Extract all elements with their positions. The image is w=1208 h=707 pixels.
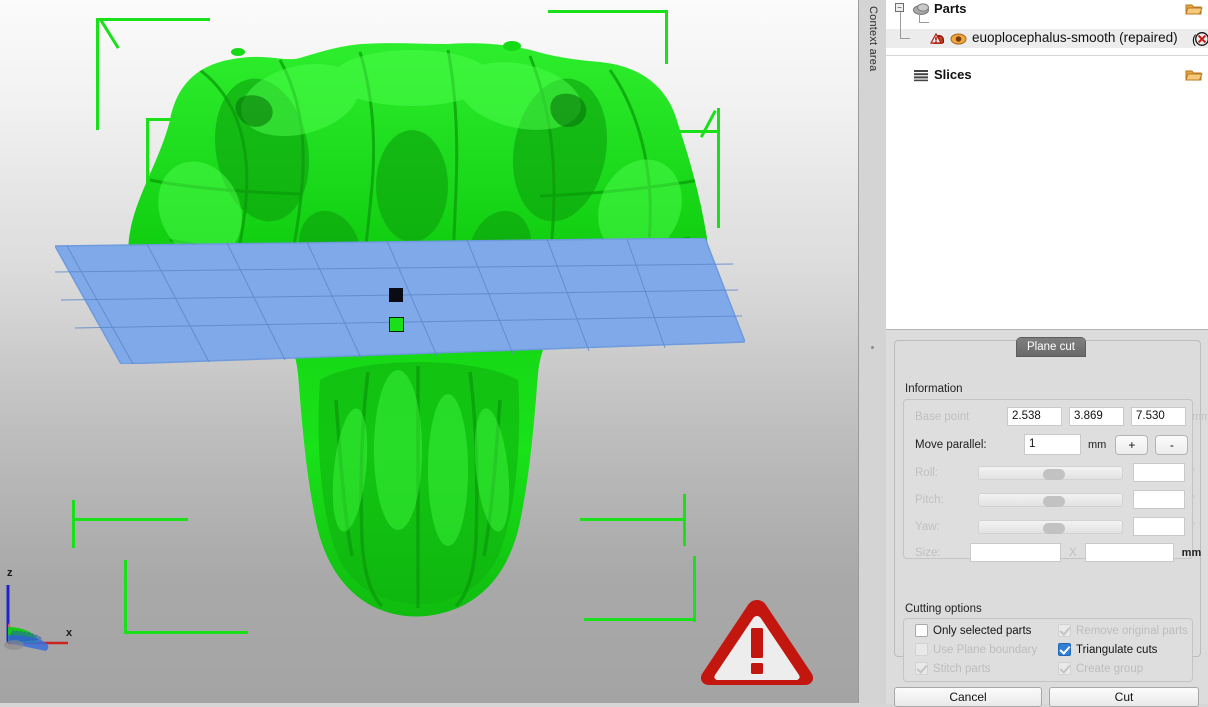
- yaw-slider[interactable]: [978, 519, 1123, 534]
- cutting-options-group-title: Cutting options: [905, 603, 982, 615]
- tree-label-part: euoplocephalus-smooth (repaired): [972, 30, 1178, 45]
- application-window: z x Context area − Parts euoplocephalus-…: [0, 0, 1208, 707]
- pitch-row: Pitch: °: [915, 490, 1195, 509]
- context-area-label: Context area: [867, 6, 879, 72]
- label-stitch-parts: Stitch parts: [933, 662, 991, 675]
- move-parallel-unit: mm: [1088, 438, 1107, 451]
- axis-label-x: x: [66, 627, 73, 639]
- label-use-plane-boundary: Use Plane boundary: [933, 643, 1038, 656]
- base-point-label: Base point: [915, 410, 970, 423]
- axis-orientation-gizmo[interactable]: z x: [2, 565, 88, 655]
- yaw-row: Yaw: °: [915, 517, 1195, 536]
- checkbox-triangulate-cuts[interactable]: [1058, 643, 1071, 656]
- object-tree[interactable]: − Parts euoplocephalus-smooth (repaired)…: [886, 0, 1208, 325]
- yaw-field[interactable]: [1133, 517, 1185, 536]
- warning-triangle-icon[interactable]: [698, 596, 816, 688]
- bounding-box-corner-top-right: [548, 10, 672, 64]
- tab-plane-cut[interactable]: Plane cut: [1017, 338, 1085, 356]
- move-parallel-field[interactable]: 1: [1024, 434, 1081, 455]
- cut-button[interactable]: Cut: [1049, 687, 1199, 707]
- checkbox-remove-original-parts: [1058, 624, 1071, 637]
- plane-cut-dialog: Plane cut Information Base point 2.538 3…: [886, 329, 1208, 707]
- panel-splitter-grip[interactable]: [858, 340, 886, 354]
- base-point-z-field[interactable]: 7.530: [1131, 407, 1186, 426]
- roll-label: Roll:: [915, 466, 939, 479]
- move-parallel-increment-button[interactable]: +: [1115, 434, 1149, 455]
- size-label: Size:: [915, 546, 941, 559]
- cancel-button[interactable]: Cancel: [894, 687, 1042, 707]
- option-only-selected-parts[interactable]: Only selected parts: [915, 624, 1031, 637]
- checkbox-only-selected-parts[interactable]: [915, 624, 928, 637]
- roll-slider-knob[interactable]: [1043, 468, 1065, 480]
- roll-row: Roll: °: [915, 463, 1195, 482]
- size-row: Size: X mm: [915, 543, 1201, 562]
- bounding-box-corner-bottom-left-inner: [124, 560, 250, 634]
- roll-unit: °: [1191, 466, 1196, 479]
- pitch-unit: °: [1191, 493, 1196, 506]
- bounding-box-corner-top-left: [90, 18, 210, 130]
- tree-row-slices[interactable]: Slices: [886, 66, 1208, 83]
- tree-connector-horizontal-child: [918, 22, 929, 23]
- pitch-slider[interactable]: [978, 492, 1123, 507]
- right-panel: − Parts euoplocephalus-smooth (repaired)…: [886, 0, 1208, 707]
- yaw-unit: °: [1191, 520, 1196, 533]
- size-height-field[interactable]: [1084, 543, 1174, 562]
- visibility-eye-icon[interactable]: [950, 32, 967, 51]
- move-parallel-label: Move parallel:: [915, 438, 987, 451]
- base-point-y-field[interactable]: 3.869: [1069, 407, 1124, 426]
- pitch-slider-knob[interactable]: [1043, 495, 1065, 507]
- information-group-title: Information: [905, 383, 963, 395]
- yaw-slider-knob[interactable]: [1043, 522, 1065, 534]
- plane-move-handle[interactable]: [389, 317, 404, 332]
- tree-label-parts: Parts: [934, 1, 967, 16]
- tree-label-slices: Slices: [934, 67, 972, 82]
- bounding-box-corner-bottom-right: [580, 494, 688, 546]
- bounding-box-corner-mid-right: [610, 108, 722, 228]
- tree-connector-vertical: [899, 12, 901, 39]
- pitch-field[interactable]: [1133, 490, 1185, 509]
- option-remove-original-parts: Remove original parts: [1058, 624, 1188, 637]
- open-folder-icon-parts[interactable]: [1185, 2, 1203, 16]
- tree-row-parts[interactable]: − Parts: [886, 0, 1208, 17]
- base-point-unit: mm: [1192, 410, 1208, 423]
- checkbox-create-group: [1058, 662, 1071, 675]
- label-only-selected-parts: Only selected parts: [933, 624, 1032, 637]
- label-triangulate-cuts: Triangulate cuts: [1076, 643, 1158, 656]
- part-warning-icon: [929, 32, 947, 51]
- label-create-group: Create group: [1076, 662, 1144, 675]
- bounding-box-corner-mid-left: [146, 118, 266, 210]
- roll-slider[interactable]: [978, 465, 1123, 480]
- size-width-field[interactable]: [970, 543, 1061, 562]
- error-badge-icon: ( ): [1192, 32, 1208, 51]
- axis-label-z: z: [7, 567, 13, 579]
- size-unit: mm: [1181, 546, 1202, 559]
- bounding-box-corner-bottom-left: [72, 500, 192, 548]
- option-stitch-parts: Stitch parts: [915, 662, 991, 675]
- move-parallel-decrement-button[interactable]: -: [1155, 434, 1189, 455]
- size-separator: X: [1069, 546, 1077, 559]
- option-triangulate-cuts[interactable]: Triangulate cuts: [1058, 643, 1157, 656]
- open-folder-icon-slices[interactable]: [1185, 68, 1203, 82]
- label-remove-original-parts: Remove original parts: [1076, 624, 1188, 637]
- tree-bottom-divider: [886, 55, 1208, 56]
- tree-row-part-euoplocephalus[interactable]: euoplocephalus-smooth (repaired) ( ): [886, 29, 1208, 48]
- 3d-viewport[interactable]: z x: [0, 0, 858, 703]
- bounding-box-corner-bottom-right-inner: [584, 556, 698, 622]
- tree-connector-horizontal-slices: [899, 38, 910, 39]
- yaw-label: Yaw:: [915, 520, 940, 533]
- option-use-plane-boundary: Use Plane boundary: [915, 643, 1037, 656]
- base-point-row: Base point 2.538 3.869 7.530 mm: [915, 407, 1208, 426]
- move-parallel-row: Move parallel: 1 mm + -: [915, 434, 1189, 455]
- option-create-group: Create group: [1058, 662, 1143, 675]
- plane-cut-dialog-body: Information Base point 2.538 3.869 7.530…: [894, 340, 1208, 682]
- checkbox-stitch-parts: [915, 662, 928, 675]
- tree-expander-parts[interactable]: −: [895, 3, 904, 12]
- plane-origin-handle[interactable]: [389, 288, 403, 302]
- slices-stack-icon: [912, 68, 930, 87]
- base-point-x-field[interactable]: 2.538: [1007, 407, 1062, 426]
- parts-mesh-icon: [912, 2, 930, 21]
- checkbox-use-plane-boundary: [915, 643, 928, 656]
- roll-field[interactable]: [1133, 463, 1185, 482]
- pitch-label: Pitch:: [915, 493, 944, 506]
